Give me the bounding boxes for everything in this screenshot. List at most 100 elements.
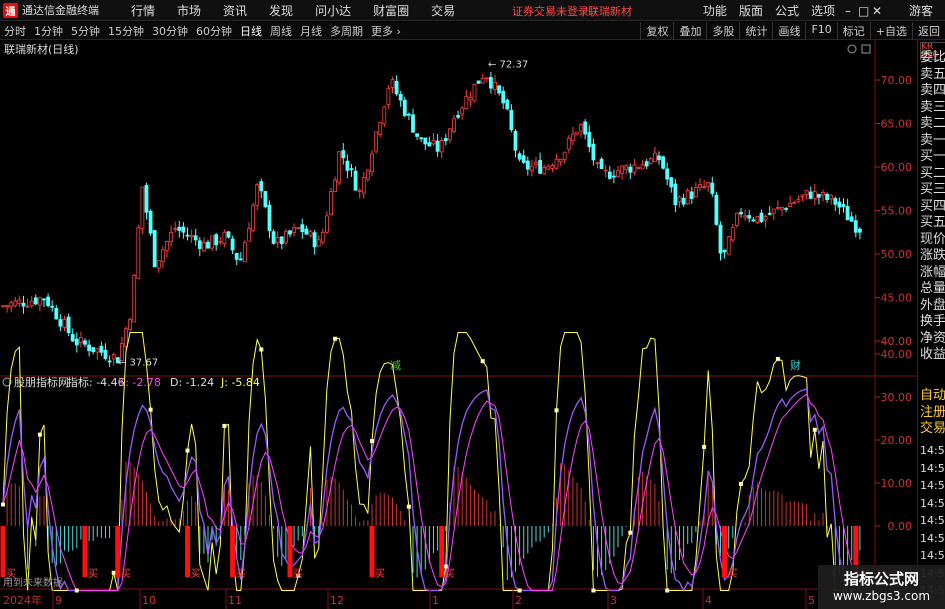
year-label: 2024年	[3, 593, 42, 607]
buy-signal-label: 买	[293, 568, 303, 580]
candle-body	[718, 224, 723, 254]
menu-ask[interactable]: 问小达	[304, 2, 362, 19]
candle-body	[677, 196, 682, 203]
kline-chart-area[interactable]: 联瑞新材(日线)70.0065.0060.0055.0050.0045.0040…	[0, 40, 917, 609]
price-axis-label: 70.00	[881, 74, 913, 87]
candle-body	[665, 168, 670, 180]
candle-body	[288, 230, 292, 235]
candle-body	[136, 227, 141, 279]
future-data-note: 用到未来数据	[3, 576, 63, 589]
candle-body	[653, 152, 657, 163]
candle-body	[616, 170, 620, 178]
candle-body	[833, 198, 838, 205]
period-weekly[interactable]: 周线	[266, 23, 296, 39]
candle-body	[21, 302, 26, 307]
menu-quotes[interactable]: 行情	[120, 2, 166, 19]
menu-wealth[interactable]: 财富圈	[362, 2, 420, 19]
menu-news[interactable]: 资讯	[212, 2, 258, 19]
current-stock-name: 联瑞新材	[588, 5, 632, 18]
indicator-point-marker	[443, 564, 448, 569]
menu-formula[interactable]: 公式	[769, 2, 805, 19]
indicator-point-marker	[628, 530, 633, 535]
candle-body	[447, 128, 452, 141]
candle-body	[152, 230, 157, 268]
buy-signal-bar	[369, 526, 375, 577]
tool-statistics[interactable]: 统计	[739, 22, 772, 40]
candle-body	[780, 207, 784, 210]
candle-body	[825, 193, 829, 201]
period-60min[interactable]: 60分钟	[192, 23, 236, 39]
indicator-point-marker	[480, 359, 485, 364]
candle-body	[144, 185, 149, 213]
menu-layout[interactable]: 版面	[733, 2, 769, 19]
candle-body	[829, 194, 834, 200]
candle-body	[484, 77, 489, 80]
chart-settings-icon	[847, 44, 857, 54]
candle-body	[230, 238, 235, 251]
tool-back[interactable]: 返回	[912, 22, 945, 40]
candle-body	[275, 237, 280, 243]
candle-body	[177, 226, 182, 231]
period-daily[interactable]: 日线	[236, 23, 266, 39]
period-5min[interactable]: 5分钟	[67, 23, 104, 39]
menu-trade[interactable]: 交易	[420, 2, 466, 19]
trade-login-status[interactable]: 证券交易未登录	[512, 3, 589, 19]
indicator-axis-label: 20.00	[881, 434, 913, 447]
buy-signal-bar	[439, 526, 445, 577]
indicator-point-marker	[333, 336, 338, 341]
candle-body	[419, 137, 424, 140]
candle-body	[353, 170, 358, 191]
period-more[interactable]: 更多 ›	[367, 23, 405, 39]
period-15min[interactable]: 15分钟	[104, 23, 148, 39]
menu-options[interactable]: 选项	[805, 2, 841, 19]
tool-add-watchlist[interactable]: +自选	[869, 22, 912, 40]
menu-function[interactable]: 功能	[697, 2, 733, 19]
period-multi[interactable]: 多周期	[326, 23, 367, 39]
candle-body	[128, 318, 133, 331]
indicator-axis-label: 10.00	[881, 477, 913, 490]
minimize-icon[interactable]: –	[841, 4, 855, 18]
candle-body	[251, 204, 256, 231]
candle-body	[476, 80, 481, 84]
period-monthly[interactable]: 月线	[296, 23, 326, 39]
tool-adjust[interactable]: 复权	[640, 22, 673, 40]
tool-draw[interactable]: 画线	[772, 22, 805, 40]
maximize-icon[interactable]: □	[855, 4, 869, 18]
candle-body	[546, 165, 551, 170]
candle-body	[308, 231, 313, 236]
candle-body	[530, 165, 534, 171]
candle-body	[837, 201, 842, 208]
candle-body	[534, 161, 538, 165]
candle-body	[452, 118, 456, 133]
tick-time-5: 14:56	[920, 531, 945, 545]
candle-body	[505, 99, 510, 110]
tool-multi-stock[interactable]: 多股	[706, 22, 739, 40]
close-icon[interactable]: ✕	[869, 4, 883, 18]
buy-signal-label: 买	[236, 568, 246, 580]
candle-body	[812, 191, 817, 199]
candle-body	[542, 167, 547, 175]
menu-market[interactable]: 市场	[166, 2, 212, 19]
tool-overlay[interactable]: 叠加	[673, 22, 706, 40]
candle-body	[644, 161, 649, 167]
buy-signal-label: 买	[191, 568, 201, 580]
guest-account[interactable]: 游客	[903, 2, 939, 19]
candle-body	[521, 155, 526, 163]
period-30min[interactable]: 30分钟	[148, 23, 192, 39]
candle-body	[279, 236, 284, 245]
candle-body	[29, 300, 34, 307]
indicator-point-marker	[259, 347, 264, 352]
tool-mark[interactable]: 标记	[836, 22, 870, 40]
period-1min[interactable]: 1分钟	[30, 23, 67, 39]
quote-label-21[interactable]: 交易	[920, 417, 945, 436]
period-tick[interactable]: 分时	[0, 23, 30, 39]
candle-body	[402, 99, 407, 116]
tool-f10[interactable]: F10	[805, 22, 836, 40]
indicator-point-marker	[74, 588, 79, 593]
indicator-point-marker	[517, 588, 522, 593]
buy-signal-label: 买	[728, 568, 738, 580]
menu-discover[interactable]: 发现	[258, 2, 304, 19]
month-label: 9	[55, 594, 62, 607]
candle-body	[107, 360, 112, 363]
candle-body	[185, 234, 190, 237]
